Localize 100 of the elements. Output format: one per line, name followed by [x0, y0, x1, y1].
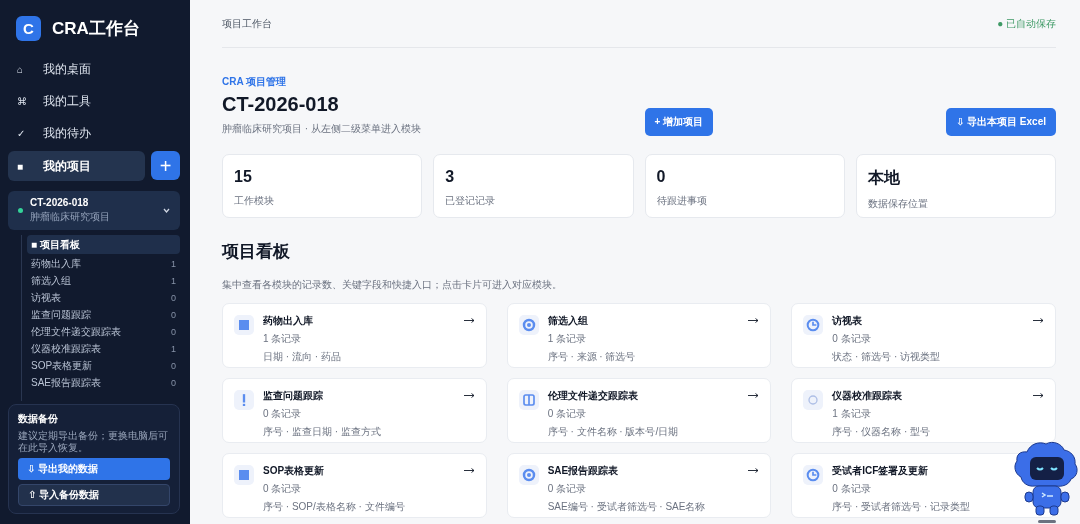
section-title: 项目看板 — [222, 242, 291, 262]
clock-icon — [803, 315, 824, 335]
module-menu-item[interactable]: 伦理文件递交跟踪表 0 — [27, 323, 180, 340]
key-fields: 序号 · 仪器名称 · 型号 — [832, 425, 1024, 439]
stat-label: 待跟进事项 — [656, 194, 708, 208]
record-count: 0 条记录 — [832, 332, 872, 346]
project-subtitle: 肿瘤临床研究项目 · 从左侧二级菜单进入模块 — [222, 122, 422, 136]
add-project-button[interactable]: + 增加项目 — [644, 108, 714, 136]
nav-item[interactable]: ■ 我的项目 — [8, 151, 145, 181]
record-count: 0 — [171, 377, 176, 388]
project-name: 肿瘤临床研究项目 — [30, 210, 111, 224]
key-fields: 序号 · 受试者筛选号 · 记录类型 — [832, 500, 1024, 514]
stat-label: 已登记记录 — [445, 194, 497, 208]
module-title: 访视表 — [832, 314, 864, 328]
stat-label: 工作模块 — [234, 194, 275, 208]
project-code: CT-2026-018 — [30, 197, 90, 208]
module-menu-item[interactable]: 访视表 0 — [27, 289, 180, 306]
backup-note: 建议定期导出备份；更换电脑后可在此导入恢复。 — [18, 430, 169, 454]
ring-icon — [518, 465, 539, 485]
arrow-icon — [463, 393, 475, 398]
module-card[interactable]: 伦理文件递交跟踪表 0 条记录 序号 · 文件名称 · 版本号/日期 — [506, 378, 772, 443]
record-count: 1 — [171, 343, 176, 354]
arrow-icon — [1033, 318, 1044, 323]
record-count: 1 条记录 — [263, 332, 303, 346]
module-menu-item[interactable]: 药物出入库 1 — [27, 255, 180, 272]
square-icon — [234, 465, 254, 485]
breadcrumb: 项目工作台 — [222, 16, 272, 31]
module-title: 仪器校准跟踪表 — [832, 389, 904, 403]
key-fields: 序号 · 来源 · 筛选号 — [547, 350, 740, 364]
module-menu-item[interactable]: 监查问题跟踪 0 — [27, 306, 180, 323]
backup-title: 数据备份 — [18, 412, 59, 426]
record-count: 0 — [171, 326, 176, 337]
module-card[interactable]: 筛选入组 1 条记录 序号 · 来源 · 筛选号 — [506, 303, 772, 368]
record-count: 0 — [171, 360, 176, 371]
module-title: 筛选入组 — [547, 314, 589, 328]
arrow-icon — [463, 318, 475, 323]
key-fields: 序号 · SOP/表格名称 · 文件编号 — [263, 500, 455, 514]
add-project-button[interactable]: + — [151, 151, 180, 180]
module-menu-item[interactable]: SAE报告跟踪表 0 — [27, 374, 180, 391]
nav-item[interactable]: ✓ 我的待办 — [8, 119, 180, 147]
record-count: 1 条记录 — [547, 332, 587, 346]
key-fields: SAE编号 · 受试者筛选号 · SAE名称 — [547, 500, 740, 514]
robot-mascot-drawing[interactable] — [1013, 440, 1079, 524]
record-count: 0 条记录 — [547, 482, 587, 496]
stat-value: 15 — [234, 168, 253, 186]
module-title: SOP表格更新 — [263, 464, 326, 478]
module-card[interactable]: 访视表 0 条记录 状态 · 筛选号 · 访视类型 — [791, 303, 1056, 368]
module-menu-item[interactable]: 仪器校准跟踪表 1 — [27, 340, 180, 357]
square-icon — [234, 315, 254, 335]
arrow-icon — [1033, 393, 1044, 398]
stat-value: 本地 — [867, 168, 901, 188]
record-count: 0 — [171, 292, 176, 303]
book-icon — [518, 390, 539, 410]
module-menu-item[interactable]: SOP表格更新 0 — [27, 357, 180, 374]
record-count: 1 — [171, 275, 176, 286]
clock-icon — [803, 465, 824, 485]
record-count: 1 — [171, 258, 176, 269]
module-card[interactable]: SOP表格更新 0 条记录 序号 · SOP/表格名称 · 文件编号 — [222, 453, 487, 518]
project-card[interactable]: CT-2026-018 肿瘤临床研究项目 — [8, 191, 180, 230]
export-excel-button[interactable]: ⇩ 导出本项目 Excel — [945, 108, 1056, 136]
section-eyebrow: CRA 项目管理 — [222, 75, 288, 89]
stat-value: 3 — [445, 168, 456, 186]
module-title: SAE报告跟踪表 — [547, 464, 620, 478]
record-count: 0 条记录 — [832, 482, 872, 496]
ring-icon — [518, 315, 539, 335]
module-card[interactable]: 监查问题跟踪 0 条记录 序号 · 监查日期 · 监查方式 — [222, 378, 487, 443]
export-data-button[interactable]: ⇩ 导出我的数据 — [18, 458, 170, 480]
autosave-status: ● 已自动保存 — [997, 16, 1056, 31]
stat-value: 0 — [656, 168, 667, 186]
module-card[interactable]: SAE报告跟踪表 0 条记录 SAE编号 · 受试者筛选号 · SAE名称 — [506, 453, 772, 518]
record-count: 0 条记录 — [547, 407, 587, 421]
nav-item[interactable]: ⌂ 我的桌面 — [8, 55, 180, 83]
import-backup-button[interactable]: ⇧ 导入备份数据 — [18, 484, 170, 506]
record-count: 1 条记录 — [832, 407, 872, 421]
record-count: 0 条记录 — [263, 482, 303, 496]
exclamation-icon — [234, 390, 254, 410]
record-count: 0 — [171, 309, 176, 320]
app-title: CRA工作台 — [52, 18, 140, 40]
key-fields: 状态 · 筛选号 · 访视类型 — [832, 350, 1024, 364]
stat-label: 数据保存位置 — [867, 197, 929, 211]
arrow-icon — [748, 318, 760, 323]
chevron-icon[interactable] — [163, 208, 170, 213]
logo-icon: C — [16, 16, 41, 41]
section-description: 集中查看各模块的记录数、关键字段和快捷入口；点击卡片可进入对应模块。 — [222, 278, 563, 292]
key-fields: 序号 · 监查日期 · 监查方式 — [263, 425, 455, 439]
module-title: 监查问题跟踪 — [263, 389, 324, 403]
module-card[interactable]: 仪器校准跟踪表 1 条记录 序号 · 仪器名称 · 型号 — [791, 378, 1056, 443]
module-title: 药物出入库 — [263, 314, 314, 328]
key-fields: 日期 · 流向 · 药品 — [263, 350, 455, 364]
nav-item[interactable]: ⌘ 我的工具 — [8, 87, 180, 115]
arrow-icon — [748, 468, 760, 473]
module-menu-item[interactable]: ■ 项目看板 — [27, 235, 180, 254]
record-count: 0 条记录 — [263, 407, 303, 421]
key-fields: 序号 · 文件名称 · 版本号/日期 — [547, 425, 740, 439]
module-card[interactable]: 药物出入库 1 条记录 日期 · 流向 · 药品 — [222, 303, 487, 368]
arrow-icon — [748, 393, 760, 398]
project-title: CT-2026-018 — [222, 92, 340, 116]
module-menu-item[interactable]: 筛选入组 1 — [27, 272, 180, 289]
status-dot — [18, 208, 23, 213]
module-title: 伦理文件递交跟踪表 — [547, 389, 639, 403]
